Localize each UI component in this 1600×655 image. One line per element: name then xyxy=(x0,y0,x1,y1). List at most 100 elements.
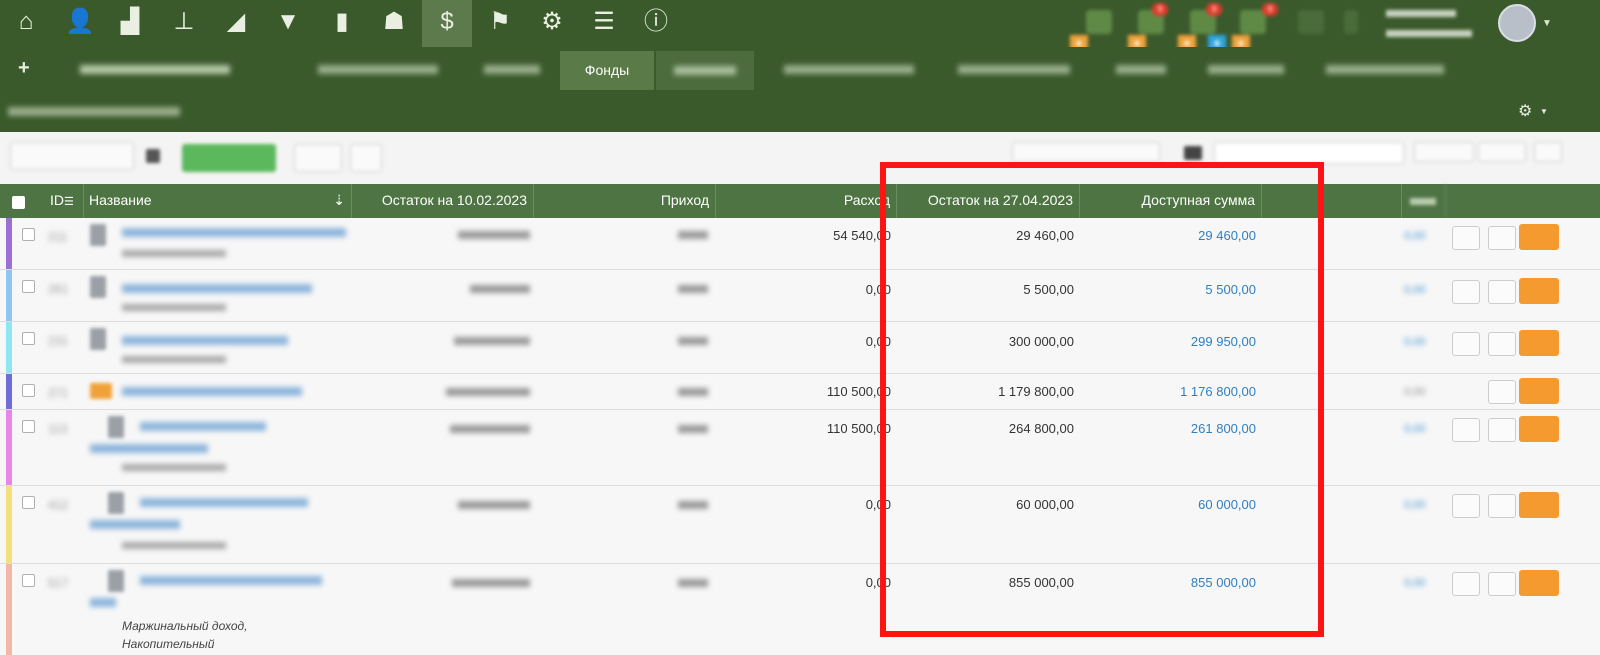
chevron-down-icon[interactable]: ▼ xyxy=(1542,18,1552,29)
table-row[interactable]: 211 54 540,00 29 460,00 29 460,00 0,00 xyxy=(0,218,1600,270)
pointer-button[interactable] xyxy=(350,144,382,172)
table-row[interactable]: 517 Маржинальный доход, Накопительный 0,… xyxy=(0,564,1600,655)
print-button[interactable] xyxy=(1452,494,1480,518)
tab-7[interactable] xyxy=(1116,65,1166,74)
factory-icon[interactable]: ▟ xyxy=(116,8,144,36)
sort-icon[interactable]: ⇣ xyxy=(333,184,345,216)
copy-button[interactable] xyxy=(1488,572,1516,596)
users-icon[interactable]: 👤 xyxy=(65,8,95,36)
fund-name-link[interactable] xyxy=(122,228,346,237)
print-button[interactable] xyxy=(1452,226,1480,250)
extra-link[interactable]: 0,00 xyxy=(1404,499,1425,511)
gear-icon[interactable]: ⚙ xyxy=(1518,101,1532,121)
tab-5[interactable] xyxy=(784,65,914,74)
edit-button[interactable] xyxy=(1519,224,1559,250)
fund-name-link[interactable] xyxy=(140,576,322,585)
print-button[interactable] xyxy=(1452,418,1480,442)
extra-link[interactable]: 0,00 xyxy=(1404,284,1425,296)
copy-button[interactable] xyxy=(1488,332,1516,356)
chart-area-icon[interactable]: ◢ xyxy=(222,8,250,36)
row-checkbox[interactable] xyxy=(22,496,35,509)
row-checkbox[interactable] xyxy=(22,280,35,293)
row-checkbox[interactable] xyxy=(22,332,35,345)
bar-chart-icon[interactable]: ▮ xyxy=(328,8,356,36)
tab-2[interactable] xyxy=(484,65,540,74)
print-button[interactable] xyxy=(1452,572,1480,596)
edit-button[interactable] xyxy=(1519,570,1559,596)
phone-icon[interactable] xyxy=(1344,10,1358,34)
door-icon[interactable] xyxy=(1298,10,1324,34)
chat-icon[interactable] xyxy=(1086,10,1112,34)
export-button[interactable] xyxy=(1534,142,1562,162)
copy-button[interactable] xyxy=(1488,226,1516,250)
copy-button[interactable] xyxy=(1488,380,1516,404)
gear-icon[interactable]: ⚙ xyxy=(538,8,566,36)
tab-8[interactable] xyxy=(1208,65,1284,74)
fund-name-link-cont[interactable] xyxy=(90,520,180,529)
copy-button[interactable] xyxy=(1488,494,1516,518)
filter-button[interactable] xyxy=(294,144,342,172)
add-icon[interactable]: + xyxy=(18,57,30,80)
edit-button[interactable] xyxy=(1519,330,1559,356)
tool-icon[interactable] xyxy=(1184,146,1202,160)
print-button[interactable] xyxy=(1452,332,1480,356)
tab-6[interactable] xyxy=(958,65,1070,74)
fund-name-link-cont[interactable] xyxy=(90,444,208,453)
extra-link[interactable]: 0,00 xyxy=(1404,577,1425,589)
fund-name-link[interactable] xyxy=(122,336,288,345)
col-name[interactable]: Название ⇣ xyxy=(84,184,352,218)
tab-4[interactable] xyxy=(656,51,754,90)
edit-button[interactable] xyxy=(1519,378,1559,404)
row-checkbox[interactable] xyxy=(22,228,35,241)
excel-icon[interactable] xyxy=(1240,10,1266,34)
hat-icon[interactable]: ☗ xyxy=(380,8,408,36)
col-expense[interactable]: Расход xyxy=(716,184,897,218)
tab-1[interactable] xyxy=(318,65,438,74)
tab-9[interactable] xyxy=(1326,65,1444,74)
col-income[interactable]: Приход xyxy=(534,184,716,218)
info-icon[interactable]: ⓘ xyxy=(642,8,670,36)
period-selector[interactable] xyxy=(80,65,230,74)
row-checkbox[interactable] xyxy=(22,384,35,397)
mode-toggle[interactable] xyxy=(1012,142,1160,162)
view-select[interactable] xyxy=(10,142,134,170)
search-input[interactable] xyxy=(1214,142,1404,164)
col-id[interactable]: ID☰ xyxy=(38,184,84,218)
fund-name-link[interactable] xyxy=(140,498,308,507)
table-row[interactable]: 113 110 500,00 264 800,00 261 800,00 0,0… xyxy=(0,410,1600,486)
select-all-checkbox[interactable] xyxy=(12,196,25,209)
table-row[interactable]: 231 0,00 300 000,00 299 950,00 0,00 xyxy=(0,322,1600,374)
col-extra[interactable] xyxy=(1402,184,1446,218)
extra-link[interactable]: 0,00 xyxy=(1404,423,1425,435)
tab-funds[interactable]: Фонды xyxy=(560,51,654,90)
fund-name-link[interactable] xyxy=(122,387,302,396)
tab-second-line[interactable] xyxy=(8,107,180,116)
chevron-down-icon[interactable]: ▼ xyxy=(1540,107,1548,116)
edit-button[interactable] xyxy=(1519,278,1559,304)
edit-button[interactable] xyxy=(1519,492,1559,518)
fund-name-link[interactable] xyxy=(122,284,312,293)
row-checkbox[interactable] xyxy=(22,420,35,433)
nav-money-active[interactable]: $ xyxy=(422,0,472,47)
avatar[interactable] xyxy=(1498,4,1536,42)
edit-button[interactable] xyxy=(1519,416,1559,442)
extra-link[interactable]: 0,00 xyxy=(1404,336,1425,348)
fund-name-link[interactable] xyxy=(140,422,266,431)
print-button[interactable] xyxy=(1452,280,1480,304)
col-balance-start[interactable]: Остаток на 10.02.2023 xyxy=(352,184,534,218)
table-row[interactable]: 271 110 500,00 1 179 800,00 1 176 800,00… xyxy=(0,374,1600,410)
expand-icon[interactable] xyxy=(146,149,160,163)
fund-name-link-cont[interactable] xyxy=(90,598,116,607)
filter-icon[interactable]: ▼ xyxy=(274,8,302,36)
row-checkbox[interactable] xyxy=(22,574,35,587)
table-row[interactable]: 412 0,00 60 000,00 60 000,00 0,00 xyxy=(0,486,1600,564)
copy-button[interactable] xyxy=(1488,418,1516,442)
layout-button[interactable] xyxy=(1478,142,1526,162)
reset-button[interactable] xyxy=(1414,142,1474,162)
extra-link[interactable]: 0,00 xyxy=(1404,230,1425,242)
hierarchy-icon[interactable]: ⊥ xyxy=(170,8,198,36)
flag-icon[interactable]: ⚑ xyxy=(486,8,514,36)
add-button[interactable] xyxy=(182,144,276,172)
list-icon[interactable]: ☰ xyxy=(590,8,618,36)
home-icon[interactable]: ⌂ xyxy=(12,8,40,36)
